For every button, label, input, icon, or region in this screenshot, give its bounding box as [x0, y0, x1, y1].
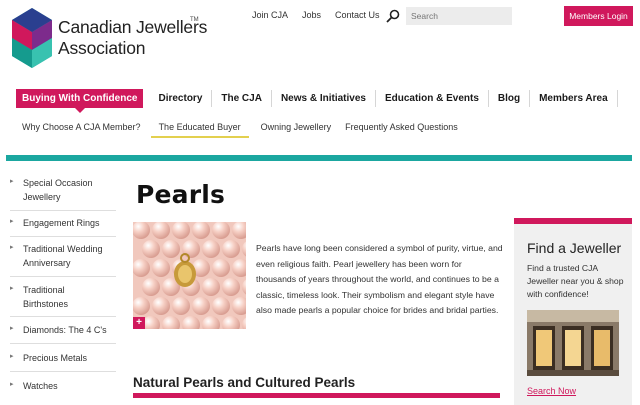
sidebar-item-label: Watches: [23, 381, 58, 391]
sidebar-item-diamonds[interactable]: ▸ Diamonds: The 4 C's: [10, 323, 107, 337]
cja-logo-icon[interactable]: [12, 8, 52, 68]
nav-education-events[interactable]: Education & Events: [374, 90, 488, 107]
find-jeweller-text: Find a trusted CJA Jeweller near you & s…: [527, 263, 624, 299]
search-now-link[interactable]: Search Now: [527, 386, 576, 396]
brand-line2: Association: [58, 37, 146, 58]
sidebar-item-label: Precious Metals: [23, 353, 88, 363]
section-heading: Natural Pearls and Cultured Pearls: [133, 375, 356, 390]
trademark: TM: [190, 17, 199, 23]
divider: [10, 210, 116, 211]
chevron-right-icon: ▸: [10, 218, 14, 225]
nav-directory[interactable]: Directory: [149, 90, 211, 107]
divider: [10, 316, 116, 317]
find-jeweller-box: Find a Jeweller Find a trusted CJA Jewel…: [514, 218, 632, 405]
pearl-image[interactable]: +: [133, 222, 246, 329]
sidebar-item-label: Special Occasion Jewellery: [23, 178, 93, 202]
chevron-right-icon: ▸: [10, 325, 14, 332]
divider: [10, 343, 116, 344]
chevron-right-icon: ▸: [10, 285, 14, 292]
join-cja-link[interactable]: Join CJA: [252, 10, 288, 20]
pearl-photo: [133, 222, 246, 329]
chevron-right-icon: ▸: [10, 244, 14, 251]
divider: [10, 276, 116, 277]
members-login-button[interactable]: Members Login: [564, 6, 633, 26]
teal-divider: [6, 155, 632, 161]
sidebar-item-precious-metals[interactable]: ▸ Precious Metals: [10, 351, 87, 365]
nav-news-initiatives[interactable]: News & Initiatives: [270, 90, 375, 107]
sidebar-item-label: Diamonds: The 4 C's: [23, 325, 107, 335]
sidebar-item-birthstones[interactable]: ▸ Traditional Birthstones: [10, 283, 68, 311]
sidebar-item-label: Traditional Wedding Anniversary: [23, 244, 103, 268]
nav-the-cja[interactable]: The CJA: [211, 90, 271, 107]
subnav-educated-buyer[interactable]: The Educated Buyer: [150, 122, 249, 138]
page-title: Pearls: [136, 180, 226, 209]
brand-name[interactable]: Canadian Jewellers Association TM: [58, 17, 208, 58]
storefront-image[interactable]: [527, 310, 619, 376]
search-input[interactable]: [406, 7, 512, 25]
brand-line1: Canadian Jewellers: [58, 17, 208, 37]
jobs-link[interactable]: Jobs: [302, 10, 321, 20]
section-divider: [133, 393, 500, 398]
divider: [10, 371, 116, 372]
search-bar: [386, 7, 512, 25]
contact-us-link[interactable]: Contact Us: [335, 10, 380, 20]
chevron-right-icon: ▸: [10, 178, 14, 185]
utility-nav: Join CJA Jobs Contact Us: [252, 10, 394, 20]
sidebar-item-engagement-rings[interactable]: ▸ Engagement Rings: [10, 216, 100, 230]
nav-buying-with-confidence[interactable]: Buying With Confidence: [16, 89, 144, 113]
nav-blog[interactable]: Blog: [487, 90, 529, 107]
chevron-right-icon: ▸: [10, 353, 14, 360]
nav-members-area[interactable]: Members Area: [529, 90, 618, 107]
intro-text: Pearls have long been considered a symbo…: [256, 243, 503, 315]
chevron-right-icon: ▸: [10, 381, 14, 388]
sidebar-item-watches[interactable]: ▸ Watches: [10, 379, 58, 393]
sidebar-item-label: Traditional Birthstones: [23, 285, 69, 309]
subnav-faq[interactable]: Frequently Asked Questions: [343, 122, 460, 138]
divider: [10, 236, 116, 237]
subnav-owning-jewellery[interactable]: Owning Jewellery: [259, 122, 334, 138]
main-nav: Buying With Confidence Directory The CJA…: [16, 89, 618, 113]
search-icon[interactable]: [386, 9, 400, 23]
sidebar-item-special-occasion[interactable]: ▸ Special Occasion Jewellery: [10, 176, 93, 204]
sub-nav: Why Choose A CJA Member? The Educated Bu…: [20, 122, 470, 138]
sidebar-item-wedding-anniversary[interactable]: ▸ Traditional Wedding Anniversary: [10, 242, 103, 270]
sidebar-item-label: Engagement Rings: [23, 218, 100, 228]
find-jeweller-title: Find a Jeweller: [527, 240, 622, 256]
expand-icon[interactable]: +: [133, 317, 145, 329]
subnav-why-choose[interactable]: Why Choose A CJA Member?: [20, 122, 143, 138]
